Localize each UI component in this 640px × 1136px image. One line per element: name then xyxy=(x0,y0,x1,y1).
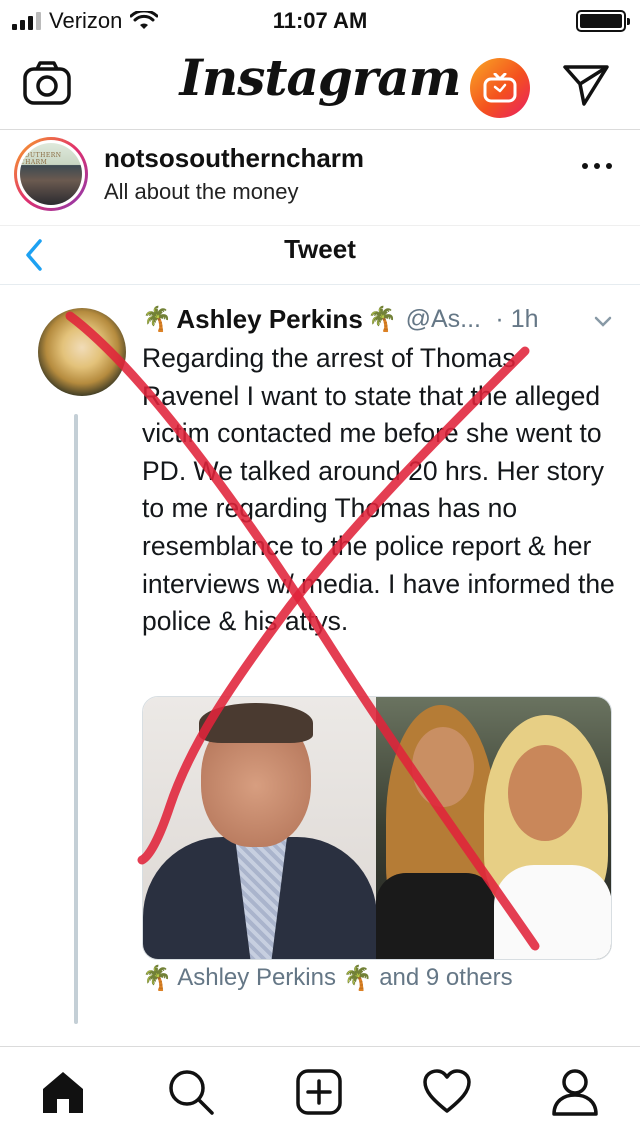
tweet-liked-by[interactable]: 🌴 Ashley Perkins 🌴 and 9 others xyxy=(142,964,513,993)
palm-tree-icon: 🌴 xyxy=(142,965,172,993)
story-ring[interactable]: SOUTHERN CHARM xyxy=(14,137,88,211)
instagram-logo: Instagram xyxy=(179,48,462,107)
instagram-header: Instagram xyxy=(0,40,640,130)
tweet-author-handle[interactable]: @As... xyxy=(406,305,481,333)
chevron-down-icon[interactable] xyxy=(594,316,612,328)
igtv-icon[interactable] xyxy=(470,58,530,118)
battery-icon xyxy=(576,10,630,32)
palm-tree-icon: 🌴 xyxy=(342,965,373,993)
direct-message-icon[interactable] xyxy=(562,62,610,108)
post-username[interactable]: notsosoutherncharm xyxy=(104,143,364,174)
tweet-text: Regarding the arrest of Thomas Ravenel I… xyxy=(142,343,615,637)
liked-by-suffix: and 9 others xyxy=(379,964,513,991)
post-caption: All about the money xyxy=(104,179,299,204)
home-icon[interactable] xyxy=(38,1067,88,1117)
tweet-header: 🌴 Ashley Perkins 🌴 @As... · 1h xyxy=(142,304,622,340)
tweet-nav-bar: Tweet xyxy=(0,227,640,285)
tweet-time: · 1h xyxy=(495,305,539,333)
liked-by-name: Ashley Perkins xyxy=(177,964,336,991)
avatar-caption: SOUTHERN CHARM xyxy=(20,152,62,166)
tweet: 🌴 Ashley Perkins 🌴 @As... · 1h Regarding… xyxy=(0,286,640,1046)
more-options-icon[interactable] xyxy=(582,163,612,169)
post-header: SOUTHERN CHARM notsosoutherncharm All ab… xyxy=(0,131,640,226)
tweet-media[interactable] xyxy=(142,696,612,960)
post-avatar: SOUTHERN CHARM xyxy=(20,143,82,205)
tweet-photo-women xyxy=(376,697,611,959)
tweet-author-name[interactable]: Ashley Perkins xyxy=(176,304,362,334)
tweet-nav-title: Tweet xyxy=(284,234,356,264)
tweet-photo-man xyxy=(143,697,377,959)
palm-tree-icon: 🌴 xyxy=(142,306,172,333)
search-icon[interactable] xyxy=(166,1067,216,1117)
tweet-author-avatar[interactable] xyxy=(38,308,126,396)
thread-line xyxy=(74,414,78,1024)
new-post-icon[interactable] xyxy=(294,1067,344,1117)
bottom-nav xyxy=(0,1046,640,1136)
profile-icon[interactable] xyxy=(550,1067,600,1117)
palm-tree-icon: 🌴 xyxy=(367,306,398,333)
activity-icon[interactable] xyxy=(422,1067,472,1117)
status-time: 11:07 AM xyxy=(272,8,368,33)
status-bar: Verizon 11:07 AM xyxy=(0,0,640,40)
